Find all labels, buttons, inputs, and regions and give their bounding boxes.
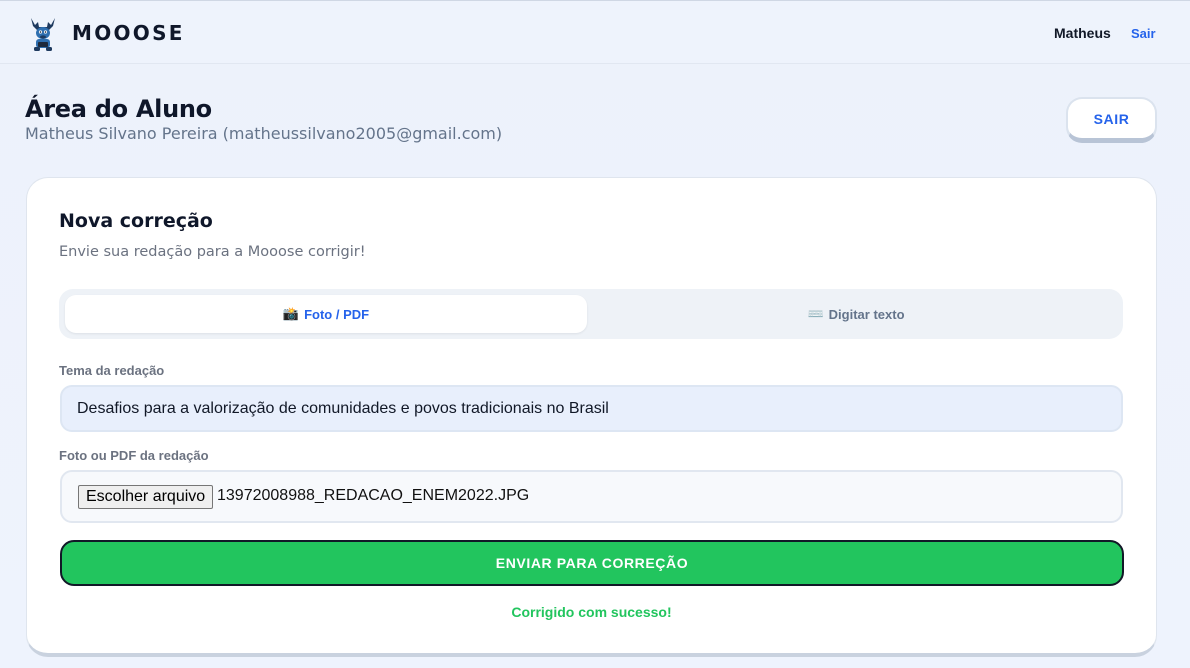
keyboard-icon: ⌨️ <box>807 306 824 321</box>
file-input[interactable]: Escolher arquivo 13972008988_REDACAO_ENE… <box>60 470 1123 523</box>
theme-input[interactable] <box>60 385 1123 432</box>
camera-icon: 📸 <box>282 306 300 321</box>
tab-photo-pdf[interactable]: 📸 Foto / PDF <box>65 295 587 333</box>
choose-file-button[interactable]: Escolher arquivo <box>78 485 214 509</box>
tab-label: Foto / PDF <box>304 306 370 322</box>
logout-button[interactable]: SAIR <box>1066 97 1157 143</box>
input-mode-tabs: 📸 Foto / PDF ⌨️ Digitar texto <box>59 289 1123 339</box>
tab-label: Digitar texto <box>828 306 905 322</box>
file-label: Foto ou PDF da redação <box>59 448 209 463</box>
theme-label: Tema da redação <box>59 363 165 378</box>
brand-name: MOOOSE <box>72 21 185 45</box>
card-subtitle: Envie sua redação para a Mooose corrigir… <box>59 244 366 260</box>
submit-correction-button[interactable]: ENVIAR PARA CORREÇÃO <box>60 540 1124 586</box>
header-logout-link[interactable]: Sair <box>1131 26 1156 41</box>
header-user-name: Matheus <box>1054 25 1111 41</box>
new-correction-card: Nova correção Envie sua redação para a M… <box>26 177 1157 657</box>
card-title: Nova correção <box>59 210 213 232</box>
student-info: Matheus Silvano Pereira (matheussilvano2… <box>25 124 503 143</box>
brand-logo[interactable]: MOOOSE <box>28 14 185 52</box>
tab-type-text[interactable]: ⌨️ Digitar texto <box>595 295 1117 333</box>
top-navbar: MOOOSE Matheus Sair <box>0 0 1190 64</box>
moose-logo-icon <box>31 18 55 51</box>
success-message: Corrigido com sucesso! <box>511 604 672 620</box>
page-title: Área do Aluno <box>25 95 212 123</box>
selected-file-name: 13972008988_REDACAO_ENEM2022.JPG <box>217 487 530 504</box>
